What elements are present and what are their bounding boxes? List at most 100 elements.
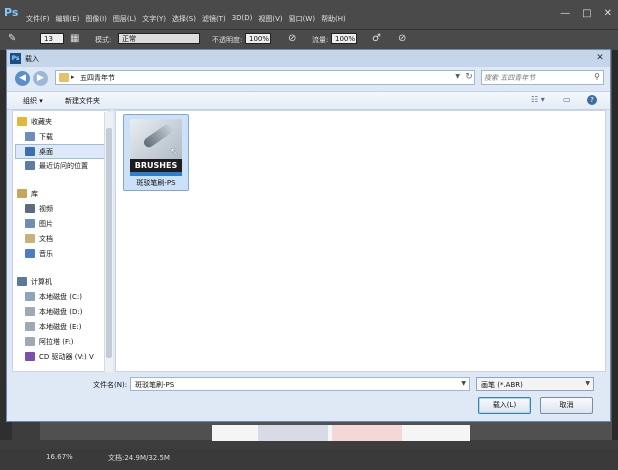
menu-image[interactable]: 图像(I) <box>85 14 107 24</box>
options-bar: ✎ 13 ▦ 模式: 正常 不透明度: 100% ⊘ 流量: 100% ♂ ⊘ <box>0 29 618 50</box>
address-bar[interactable]: ▸ 五四青年节 ▼ <box>55 70 475 85</box>
navigation-scrollbar[interactable] <box>104 112 113 372</box>
window-controls: — □ ✕ <box>560 8 612 19</box>
drive-c-icon <box>25 292 35 301</box>
nav-pictures[interactable]: 图片 <box>17 217 53 230</box>
document-info[interactable]: 文档:24.9M/32.5M <box>108 453 170 463</box>
menu-layer[interactable]: 图层(L) <box>113 14 136 24</box>
search-box[interactable]: ⚲ <box>481 70 604 85</box>
star-icon <box>17 117 27 126</box>
maximize-icon[interactable]: □ <box>582 8 591 19</box>
search-icon[interactable]: ⚲ <box>594 72 600 81</box>
brush-size-picker[interactable]: 13 <box>40 33 64 44</box>
zoom-level[interactable]: 16.67% <box>46 453 73 461</box>
nav-drive-c[interactable]: 本地磁盘 (C:) <box>17 290 82 303</box>
canvas-stripe-pink <box>332 425 402 441</box>
photoshop-logo: Ps <box>4 6 19 19</box>
file-item[interactable]: ↖ BRUSHES 斑驳笔刷-PS <box>123 114 189 191</box>
nav-desktop[interactable]: 桌面 <box>15 144 108 159</box>
filename-field[interactable]: 斑驳笔刷-PS ▼ <box>130 377 470 391</box>
nav-drive-d[interactable]: 本地磁盘 (D:) <box>17 305 82 318</box>
pressure-opacity-icon[interactable]: ⊘ <box>288 33 296 44</box>
drive-e-icon <box>25 322 35 331</box>
ps-app-icon: Ps <box>10 53 21 64</box>
nav-label: 图片 <box>39 219 53 228</box>
nav-cd-drive[interactable]: CD 驱动器 (V:) V <box>17 350 94 363</box>
documents-library-icon <box>25 234 35 243</box>
status-bar: 16.67% 文档:24.9M/32.5M <box>0 449 618 470</box>
opacity-input[interactable]: 100% <box>245 33 271 44</box>
pressure-size-icon[interactable]: ⊘ <box>398 33 406 44</box>
nav-label: CD 驱动器 (V:) V <box>39 352 94 361</box>
close-window-icon[interactable]: ✕ <box>604 8 612 19</box>
menu-view[interactable]: 视图(V) <box>258 14 282 24</box>
brush-tool-icon[interactable]: ✎ <box>8 33 16 44</box>
menu-filter[interactable]: 滤镜(T) <box>202 14 226 24</box>
cursor-icon: ↖ <box>170 147 179 158</box>
close-icon[interactable]: ✕ <box>594 52 606 64</box>
thumbnail-bar <box>130 172 182 176</box>
new-folder-button[interactable]: 新建文件夹 <box>65 96 100 106</box>
nav-videos[interactable]: 视频 <box>17 202 53 215</box>
nav-label: 本地磁盘 (C:) <box>39 292 82 301</box>
nav-label: 阿拉塔 (F:) <box>39 337 74 346</box>
scrollbar-thumb[interactable] <box>106 128 112 358</box>
preview-pane-icon[interactable]: ▭ <box>563 95 571 104</box>
computer-icon <box>17 277 27 286</box>
search-input[interactable] <box>484 72 589 83</box>
nav-drive-f[interactable]: 阿拉塔 (F:) <box>17 335 74 348</box>
help-icon[interactable]: ? <box>587 95 597 105</box>
brush-panel-icon[interactable]: ▦ <box>70 33 79 44</box>
menu-edit[interactable]: 编辑(E) <box>56 14 80 24</box>
nav-favorites[interactable]: 收藏夹 <box>17 115 52 128</box>
chevron-down-icon[interactable]: ▼ <box>455 73 460 80</box>
nav-label: 本地磁盘 (D:) <box>39 307 83 316</box>
breadcrumb-folder[interactable]: 五四青年节 <box>80 73 115 83</box>
nav-label: 计算机 <box>31 277 52 286</box>
mode-select[interactable]: 正常 <box>118 33 200 44</box>
file-name: 斑驳笔刷-PS <box>136 179 176 187</box>
dialog-title: 载入 <box>25 55 39 63</box>
forward-button[interactable]: ▶ <box>33 71 48 86</box>
download-folder-icon <box>25 132 35 141</box>
nav-music[interactable]: 音乐 <box>17 247 53 260</box>
music-library-icon <box>25 249 35 258</box>
airbrush-icon[interactable]: ♂ <box>372 33 381 44</box>
flow-input[interactable]: 100% <box>331 33 357 44</box>
organize-button[interactable]: 组织 ▾ <box>23 96 43 106</box>
video-library-icon <box>25 204 35 213</box>
nav-label: 文档 <box>39 234 53 243</box>
brush-stroke-icon <box>142 122 174 150</box>
load-button[interactable]: 载入(L) <box>478 397 531 414</box>
menu-help[interactable]: 帮助(H) <box>321 14 346 24</box>
menu-3d[interactable]: 3D(D) <box>232 14 253 24</box>
right-panel <box>612 50 618 440</box>
back-button[interactable]: ◀ <box>15 71 30 86</box>
nav-documents[interactable]: 文档 <box>17 232 53 245</box>
filename-value: 斑驳笔刷-PS <box>135 381 175 389</box>
minimize-icon[interactable]: — <box>560 8 570 19</box>
menu-file[interactable]: 文件(F) <box>26 14 50 24</box>
dialog-titlebar[interactable]: Ps 载入 ✕ <box>7 50 610 67</box>
nav-label: 下载 <box>39 132 53 141</box>
menu-type[interactable]: 文字(Y) <box>142 14 166 24</box>
menu-window[interactable]: 窗口(W) <box>289 14 315 24</box>
canvas-stripe-blue <box>258 425 328 441</box>
pictures-library-icon <box>25 219 35 228</box>
cancel-button[interactable]: 取消 <box>540 397 593 414</box>
chevron-down-icon[interactable]: ▼ <box>461 380 466 387</box>
refresh-icon[interactable]: ↻ <box>463 71 475 83</box>
drive-d-icon <box>25 307 35 316</box>
menu-select[interactable]: 选择(S) <box>172 14 196 24</box>
nav-recent-places[interactable]: 最近访问的位置 <box>17 159 88 172</box>
filetype-select[interactable]: 画笔 (*.ABR) ▼ <box>476 377 594 391</box>
nav-drive-e[interactable]: 本地磁盘 (E:) <box>17 320 81 333</box>
chevron-down-icon[interactable]: ▼ <box>585 380 590 387</box>
filetype-value: 画笔 (*.ABR) <box>481 381 523 389</box>
nav-libraries[interactable]: 库 <box>17 187 38 200</box>
desktop-icon <box>25 147 35 156</box>
folder-icon <box>59 73 69 82</box>
nav-computer[interactable]: 计算机 <box>17 275 52 288</box>
view-options-icon[interactable]: ☷ ▾ <box>531 95 545 104</box>
nav-downloads[interactable]: 下载 <box>17 130 53 143</box>
